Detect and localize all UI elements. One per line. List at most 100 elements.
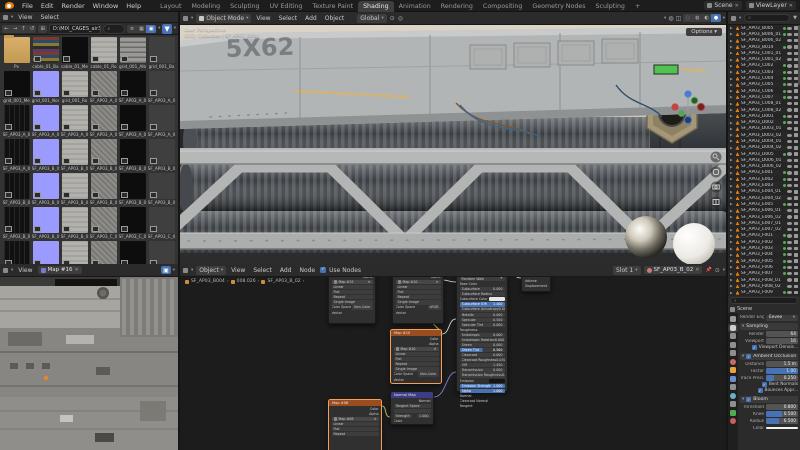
hide-render-icon[interactable] (794, 178, 799, 182)
extension-dropdown[interactable]: Repeat (332, 432, 379, 436)
file-item[interactable]: SF_AP03_C_0 (118, 241, 147, 264)
hide-viewport-icon[interactable] (787, 228, 792, 231)
editor-type-icon[interactable] (183, 16, 188, 21)
node-editor-menu[interactable]: Select (251, 267, 274, 274)
image-selector[interactable]: Map #08✕ (332, 417, 379, 421)
hide-render-icon[interactable] (794, 222, 799, 226)
hide-render-icon[interactable] (794, 159, 798, 163)
color-space-dropdown[interactable]: Non-Color (352, 305, 372, 309)
file-item[interactable]: grid_001_Ba (147, 37, 176, 69)
hide-viewport-icon[interactable] (787, 134, 792, 137)
file-item[interactable]: SF_AP03_B_0 (118, 173, 147, 205)
hide-render-icon[interactable] (794, 184, 799, 188)
tab-object[interactable] (730, 367, 736, 373)
snap-magnet-icon[interactable]: ⊙ (390, 15, 395, 22)
strength-value[interactable]: 1.000 (417, 414, 430, 418)
bounces-approx-checkbox[interactable]: ✓ (758, 388, 763, 393)
expand-icon[interactable]: ▶ (730, 228, 734, 232)
expand-icon[interactable]: ▶ (730, 121, 734, 125)
bsdf-row[interactable]: Subsurface Anisotropy0.000 (460, 307, 505, 311)
file-browser-menu[interactable]: View (16, 14, 34, 21)
hide-viewport-icon[interactable] (787, 291, 792, 294)
hide-viewport-icon[interactable] (787, 171, 792, 174)
hide-render-icon[interactable] (794, 259, 799, 263)
file-item[interactable]: SF_AP03_B_0 (31, 207, 60, 239)
strength-label[interactable]: Strength (394, 414, 412, 418)
file-item[interactable]: SF_AP03_B_0 (2, 173, 31, 205)
workspace-tab[interactable]: Rendering (436, 1, 478, 12)
file-item[interactable]: SF_AP03_B_0 (31, 173, 60, 205)
bsdf-row[interactable]: Emission Strength1.000 (460, 384, 505, 388)
expand-icon[interactable]: ▶ (730, 196, 734, 200)
node-title[interactable]: Map #10 (391, 330, 441, 336)
file-item[interactable]: SF_AP03_C_0 (31, 241, 60, 264)
bsdf-row[interactable]: Transmission0.000 (460, 368, 505, 372)
hide-render-icon[interactable] (794, 146, 798, 150)
pan-hand-icon[interactable] (711, 167, 722, 178)
source-dropdown[interactable]: Single Image (394, 367, 439, 371)
hide-viewport-icon[interactable] (787, 266, 792, 269)
proportional-edit-icon[interactable]: ◎ (398, 15, 403, 22)
file-item[interactable]: SF_AP03_A_0 (118, 71, 147, 103)
image-selector[interactable]: Map #10✕ (396, 280, 441, 284)
bloom-knee-slider[interactable]: 0.500 (766, 411, 798, 418)
file-item[interactable]: SF_AP03_C_0 (118, 207, 147, 239)
hide-viewport-icon[interactable] (787, 115, 792, 118)
hide-render-icon[interactable] (794, 228, 799, 232)
hide-viewport-icon[interactable] (787, 83, 792, 86)
bsdf-row[interactable]: Emission (460, 379, 505, 383)
projection-dropdown[interactable]: Flat (394, 357, 439, 361)
bsdf-row[interactable]: Sheen Tint0.500 (460, 348, 505, 352)
hide-render-icon[interactable] (794, 196, 799, 200)
viewport-denoise-checkbox[interactable]: ✓ (752, 345, 757, 350)
expand-icon[interactable]: ▶ (730, 95, 734, 99)
expand-icon[interactable]: ▶ (730, 202, 734, 206)
sampling-panel-header[interactable]: ▾ Sampling (740, 323, 798, 330)
ao-factor-slider[interactable]: 1.00 (766, 368, 798, 375)
interpolation-dropdown[interactable]: Linear (396, 285, 441, 289)
bloom-panel-header[interactable]: ▾ ✓ Bloom (740, 396, 798, 403)
up-icon[interactable]: ↑ (19, 25, 28, 33)
tab-constraints[interactable] (730, 401, 736, 407)
expand-icon[interactable]: ▶ (730, 114, 734, 118)
bsdf-row[interactable]: Roughness (460, 328, 505, 332)
workspace-tab[interactable]: Texture Paint (307, 1, 358, 12)
expand-icon[interactable]: ▶ (730, 64, 734, 68)
bsdf-row[interactable]: Subsurface0.000 (460, 287, 505, 291)
file-item[interactable]: cable_01_Ba (31, 37, 60, 69)
hide-viewport-icon[interactable] (787, 121, 792, 124)
hide-render-icon[interactable] (794, 133, 798, 137)
hide-render-icon[interactable] (794, 115, 799, 119)
shading-settings-caret[interactable]: ▾ (723, 16, 725, 21)
file-item[interactable]: SF_AP03_C_0 (89, 241, 118, 264)
tab-view-layer[interactable] (730, 342, 736, 348)
file-item[interactable]: SF_AP03_B_0 (147, 139, 176, 171)
workspace-tab[interactable]: Geometry Nodes (527, 1, 590, 12)
file-item[interactable]: SF_AP03_B_0 (31, 139, 60, 171)
slot-selector[interactable]: Slot 1▾ (613, 266, 641, 275)
bsdf-row[interactable]: Specular0.500 (460, 318, 505, 322)
bsdf-row[interactable]: Subsurface Radius (460, 292, 505, 296)
space-dropdown[interactable]: Tangent Space (394, 404, 431, 408)
expand-icon[interactable]: ▶ (730, 108, 734, 112)
hide-viewport-icon[interactable] (787, 203, 792, 206)
wireframe-shading-icon[interactable]: ◌ (683, 14, 692, 22)
grid-view-icon[interactable]: ▦ (137, 25, 147, 33)
file-item[interactable]: SF_AP03_C_0 (147, 207, 176, 239)
viewport-menu[interactable]: Object (323, 15, 347, 22)
hide-viewport-icon[interactable] (787, 39, 792, 42)
viewport-menu[interactable]: Select (277, 15, 300, 22)
unlink-material-icon[interactable]: ✕ (695, 267, 699, 273)
workspace-tab[interactable]: + (630, 1, 645, 12)
expand-icon[interactable]: ▶ (730, 215, 734, 219)
interpolation-dropdown[interactable]: Linear (332, 285, 373, 289)
output-socket-row[interactable]: Displacement (525, 284, 548, 288)
extension-dropdown[interactable]: Repeat (396, 295, 441, 299)
hide-viewport-icon[interactable] (787, 127, 792, 130)
expand-icon[interactable]: ▶ (730, 234, 734, 238)
hide-render-icon[interactable] (794, 203, 799, 207)
hide-viewport-icon[interactable] (787, 190, 792, 193)
bsdf-row[interactable]: Subsurface IOR1.400 (460, 302, 505, 306)
file-item[interactable]: SF_AP03_A_0 (147, 71, 176, 103)
file-item[interactable]: cable_01_Me (60, 37, 89, 69)
